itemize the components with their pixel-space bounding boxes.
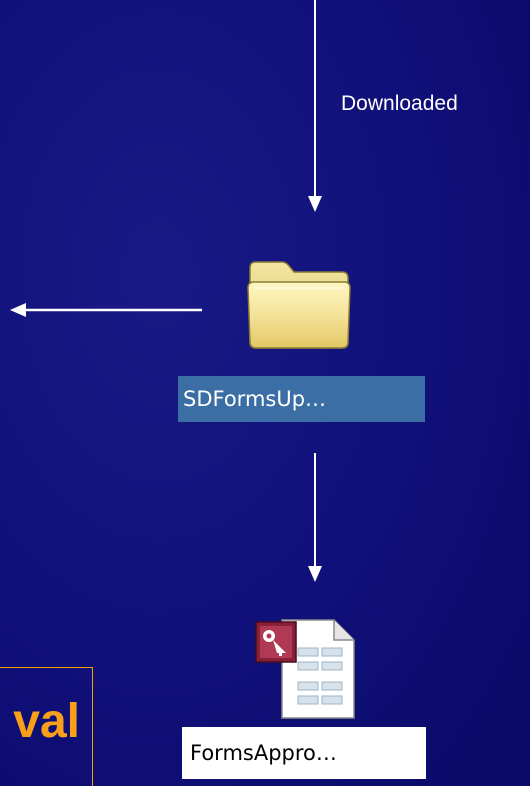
access-file-name-label[interactable]: FormsAppro…: [182, 727, 426, 779]
callout-text: val: [13, 695, 80, 748]
arrow-down-top: [308, 0, 322, 212]
arrow-left: [10, 303, 202, 317]
callout-box: val: [0, 667, 93, 786]
downloaded-label: Downloaded: [341, 92, 458, 115]
access-database-icon[interactable]: [252, 614, 362, 724]
folder-icon[interactable]: [246, 258, 352, 352]
folder-name-label[interactable]: SDFormsUp…: [178, 376, 425, 422]
arrow-down-bottom: [308, 453, 322, 582]
diagram-slide: Downloaded SDFormsUp… FormsAppro… val: [0, 0, 530, 786]
